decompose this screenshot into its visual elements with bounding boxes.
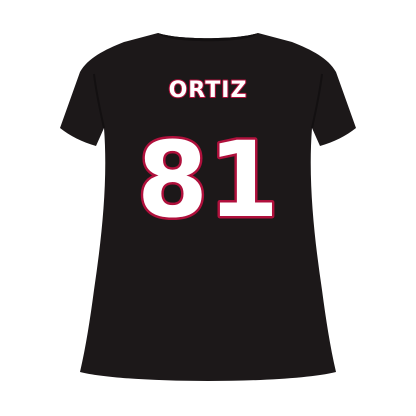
player-name-text: ORTIZ — [169, 78, 248, 103]
product-image-stage: ORTIZ 81 — [0, 0, 416, 416]
t-shirt-back-image: ORTIZ 81 — [60, 33, 356, 381]
player-number-text: 81 — [137, 119, 279, 241]
